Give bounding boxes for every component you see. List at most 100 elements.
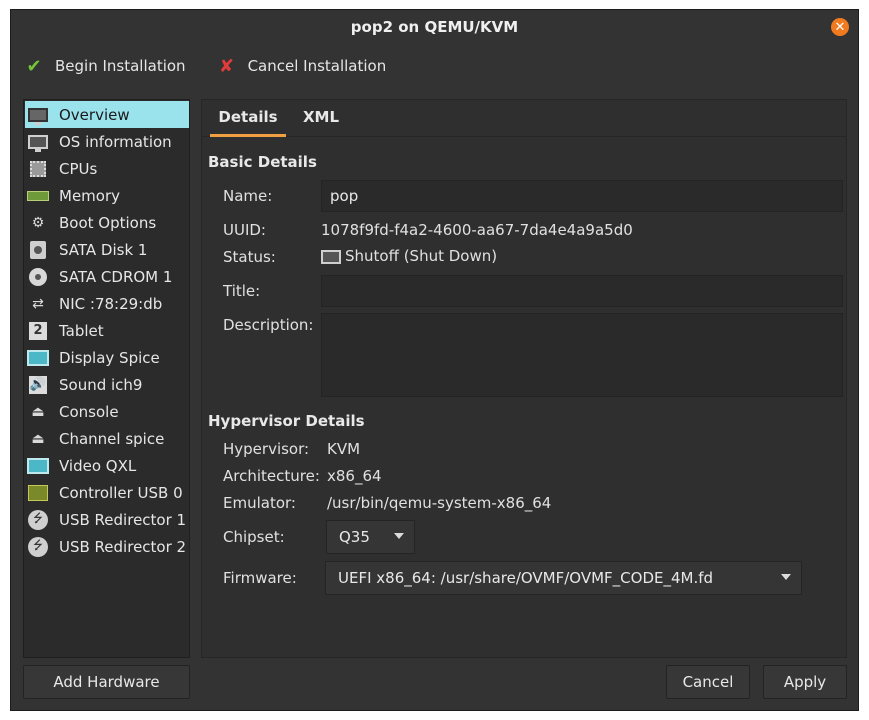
sidebar-item-memory[interactable]: Memory: [25, 182, 189, 209]
sidebar-item-label: Overview: [59, 105, 130, 124]
sidebar-item-channel-spice[interactable]: ⏏ Channel spice: [25, 425, 189, 452]
basic-details-heading: Basic Details: [208, 153, 317, 171]
sidebar-item-tablet[interactable]: 2 Tablet: [25, 317, 189, 344]
architecture-label: Architecture:: [223, 467, 320, 485]
video-icon: [27, 456, 49, 476]
cancel-installation-label: Cancel Installation: [247, 57, 387, 75]
sidebar-item-label: Boot Options: [59, 213, 157, 232]
add-hardware-button[interactable]: Add Hardware: [23, 665, 190, 699]
cancel-label: Cancel: [682, 673, 734, 691]
sidebar-item-label: Sound ich9: [59, 375, 143, 394]
sidebar-item-label: SATA CDROM 1: [59, 267, 173, 286]
chipset-label: Chipset:: [223, 528, 285, 546]
hypervisor-details-heading: Hypervisor Details: [208, 412, 365, 430]
display-icon: [27, 348, 49, 368]
hypervisor-label: Hypervisor:: [223, 440, 310, 458]
firmware-label: Firmware:: [223, 569, 297, 587]
disk-icon: [27, 240, 49, 260]
hardware-list: Overview OS information CPUs Memory ⚙ Bo…: [23, 99, 190, 658]
sidebar-item-label: Controller USB 0: [59, 483, 183, 502]
sidebar-item-sata-cdrom-1[interactable]: SATA CDROM 1: [25, 263, 189, 290]
sidebar-item-display-spice[interactable]: Display Spice: [25, 344, 189, 371]
sidebar-item-console[interactable]: ⏏ Console: [25, 398, 189, 425]
sidebar-item-label: CPUs: [59, 159, 98, 178]
tab-bar: Details XML: [202, 100, 846, 137]
title-label: Title:: [223, 282, 261, 300]
close-icon[interactable]: ✕: [831, 18, 849, 36]
title-bar: pop2 on QEMU/KVM ✕: [11, 10, 858, 44]
apply-label: Apply: [783, 673, 827, 691]
hypervisor-value: KVM: [327, 440, 361, 458]
firmware-value: UEFI x86_64: /usr/share/OVMF/OVMF_CODE_4…: [338, 569, 714, 587]
status-label: Status:: [223, 248, 276, 266]
serial-icon: ⏏: [31, 430, 45, 447]
firmware-select[interactable]: UEFI x86_64: /usr/share/OVMF/OVMF_CODE_4…: [325, 561, 802, 595]
usb-icon: ⭍: [27, 536, 49, 557]
memory-icon: [27, 186, 49, 206]
tab-details[interactable]: Details: [210, 100, 286, 137]
begin-installation-label: Begin Installation: [55, 57, 186, 75]
sidebar-item-boot-options[interactable]: ⚙ Boot Options: [25, 209, 189, 236]
chipset-value: Q35: [339, 528, 370, 546]
sidebar-item-usb-redirector-2[interactable]: ⭍ USB Redirector 2: [25, 533, 189, 560]
network-icon: ⇄: [32, 295, 44, 312]
begin-installation-button[interactable]: ✔ Begin Installation: [23, 55, 186, 77]
add-hardware-label: Add Hardware: [53, 673, 160, 691]
checkmark-icon: ✔: [26, 55, 42, 77]
sidebar-item-cpus[interactable]: CPUs: [25, 155, 189, 182]
sidebar-item-label: Tablet: [59, 321, 104, 340]
controller-icon: [27, 483, 49, 503]
sidebar-item-label: SATA Disk 1: [59, 240, 148, 259]
tab-xml[interactable]: XML: [292, 100, 350, 134]
speaker-icon: 🔊: [29, 375, 47, 394]
emulator-value: /usr/bin/qemu-system-x86_64: [327, 494, 552, 512]
monitor-icon: [27, 105, 49, 125]
cancel-installation-button[interactable]: ✘ Cancel Installation: [216, 55, 387, 77]
name-field[interactable]: pop: [321, 180, 843, 212]
sidebar-item-label: OS information: [59, 132, 172, 151]
details-panel: Details XML Basic Details Name: pop UUID…: [201, 99, 847, 658]
tablet-icon: 2: [27, 321, 49, 341]
emulator-label: Emulator:: [223, 494, 296, 512]
apply-button[interactable]: Apply: [763, 665, 847, 699]
name-value: pop: [330, 187, 359, 205]
sidebar-item-label: Memory: [59, 186, 121, 205]
tab-label: XML: [302, 108, 340, 126]
cpu-icon: [27, 159, 49, 179]
status-value-wrap: Shutoff (Shut Down): [321, 247, 497, 265]
sidebar-item-overview[interactable]: Overview: [25, 101, 189, 128]
window-title: pop2 on QEMU/KVM: [350, 18, 519, 36]
sidebar-item-os-information[interactable]: OS information: [25, 128, 189, 155]
monitor-icon: [27, 132, 49, 152]
gears-icon: ⚙: [31, 214, 45, 231]
sidebar-item-label: USB Redirector 1: [59, 510, 187, 529]
sidebar-item-sata-disk-1[interactable]: SATA Disk 1: [25, 236, 189, 263]
description-label: Description:: [223, 316, 314, 334]
tab-label: Details: [218, 108, 278, 126]
status-value: Shutoff (Shut Down): [345, 247, 498, 265]
sidebar-item-label: Video QXL: [59, 456, 137, 475]
sidebar-item-label: NIC :78:29:db: [59, 294, 163, 313]
sidebar-item-video-qxl[interactable]: Video QXL: [25, 452, 189, 479]
chevron-down-icon: [394, 533, 404, 539]
title-field[interactable]: [321, 275, 843, 307]
uuid-label: UUID:: [223, 221, 266, 239]
monitor-icon: [321, 249, 341, 264]
description-field[interactable]: [321, 313, 843, 397]
architecture-value: x86_64: [327, 467, 382, 485]
cdrom-icon: [27, 267, 49, 287]
vm-details-window: pop2 on QEMU/KVM ✕ ✔ Begin Installation …: [10, 9, 859, 711]
chevron-down-icon: [781, 574, 791, 580]
chipset-select[interactable]: Q35: [326, 520, 415, 554]
sidebar-item-label: USB Redirector 2: [59, 537, 187, 556]
cancel-button[interactable]: Cancel: [666, 665, 750, 699]
cross-icon: ✘: [219, 55, 235, 77]
sidebar-item-nic[interactable]: ⇄ NIC :78:29:db: [25, 290, 189, 317]
sidebar-item-controller-usb-0[interactable]: Controller USB 0: [25, 479, 189, 506]
serial-icon: ⏏: [31, 403, 45, 420]
sidebar-item-label: Channel spice: [59, 429, 165, 448]
sidebar-item-usb-redirector-1[interactable]: ⭍ USB Redirector 1: [25, 506, 189, 533]
sidebar-item-label: Console: [59, 402, 119, 421]
name-label: Name:: [223, 187, 273, 205]
sidebar-item-sound-ich9[interactable]: 🔊 Sound ich9: [25, 371, 189, 398]
